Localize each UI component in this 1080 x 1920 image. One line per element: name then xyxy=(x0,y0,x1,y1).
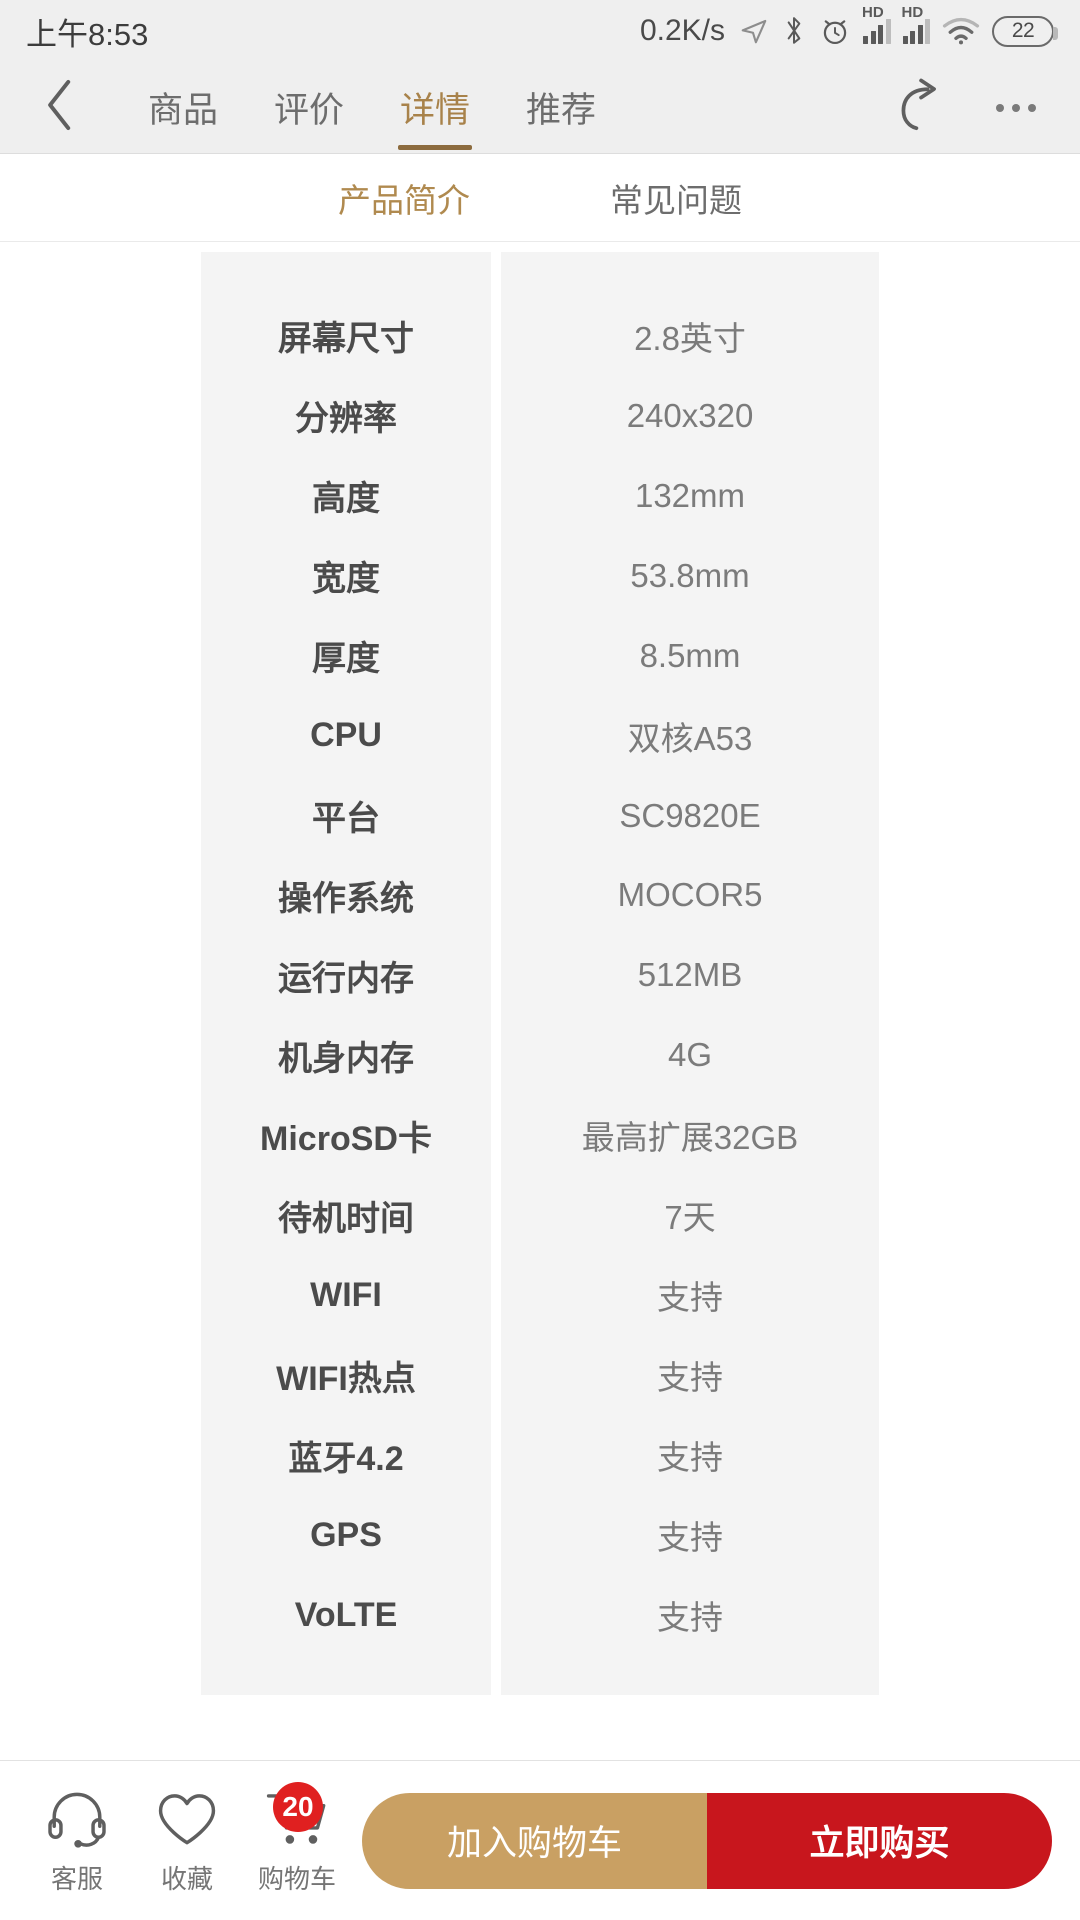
customer-service-label: 客服 xyxy=(50,1863,103,1894)
spec-value: MOCOR5 xyxy=(617,876,763,914)
buy-now-button[interactable]: 立即购买 xyxy=(707,1792,1052,1889)
cart-badge: 20 xyxy=(273,1781,323,1832)
status-bar-clock: 上午8:53 xyxy=(26,16,149,52)
spec-value-column-bottom-pad xyxy=(501,1655,879,1695)
spec-value: 支持 xyxy=(657,1359,723,1397)
add-to-cart-button[interactable]: 加入购物车 xyxy=(362,1792,707,1889)
cart-label: 购物车 xyxy=(257,1863,336,1894)
spec-value: 4G xyxy=(667,1036,713,1074)
spec-label: 运行内存 xyxy=(278,959,414,998)
buy-now-label: 立即购买 xyxy=(809,1824,950,1863)
spec-value: 最高扩展32GB xyxy=(581,1119,799,1157)
spec-label: VoLTE xyxy=(294,1595,398,1634)
add-to-cart-label: 加入购物车 xyxy=(446,1824,622,1863)
nav-tab-details[interactable]: 详情 xyxy=(372,62,498,154)
spec-label: CPU xyxy=(310,716,382,755)
favorite-button[interactable]: 收藏 xyxy=(132,1786,242,1896)
purchase-button-group: 加入购物车 立即购买 xyxy=(362,1792,1052,1889)
nav-tab-recommend-label: 推荐 xyxy=(526,91,597,130)
spec-label-column: 屏幕尺寸 分辨率 高度 宽度 厚度 CPU 平台 操作系统 运行内存 机身内存 … xyxy=(201,252,491,1695)
spec-label: 屏幕尺寸 xyxy=(278,320,414,359)
spec-label: MicroSD卡 xyxy=(260,1119,432,1158)
spec-value: 双核A53 xyxy=(627,719,753,757)
spec-value: SC9820E xyxy=(619,796,761,834)
spec-value: 支持 xyxy=(657,1439,723,1477)
nav-tab-goods[interactable]: 商品 xyxy=(120,62,246,154)
nav-tab-goods-label: 商品 xyxy=(148,91,219,130)
spec-value: 53.8mm xyxy=(630,556,750,594)
hd-label-2: HD xyxy=(901,4,924,21)
spec-value: 支持 xyxy=(657,1279,723,1317)
location-arrow-icon xyxy=(739,16,769,46)
spec-label: 厚度 xyxy=(312,640,380,679)
hd-label-1: HD xyxy=(862,4,884,21)
share-icon xyxy=(896,77,948,138)
favorite-label: 收藏 xyxy=(160,1863,213,1894)
wifi-icon xyxy=(942,16,980,46)
spec-value-column: 2.8英寸 240x320 132mm 53.8mm 8.5mm 双核A53 S… xyxy=(501,252,879,1695)
signal-hd-2-icon: HD xyxy=(902,5,930,44)
spec-label: GPS xyxy=(310,1515,382,1554)
bottom-action-bar: 客服 收藏 20 购物车 加入购物车 立即购买 xyxy=(0,1760,1080,1920)
spec-value: 512MB xyxy=(637,956,743,994)
status-bar: 上午8:53 0.2K/s HD HD 22 xyxy=(0,0,1080,62)
spec-label: 蓝牙4.2 xyxy=(288,1439,404,1478)
share-button[interactable] xyxy=(880,66,964,150)
spec-label: 操作系统 xyxy=(278,879,414,918)
spec-label: 高度 xyxy=(312,480,380,519)
spec-label: 平台 xyxy=(312,800,380,839)
spec-value-column-top-pad xyxy=(501,252,879,296)
spec-value: 7天 xyxy=(664,1199,716,1237)
spec-label: 待机时间 xyxy=(278,1199,414,1238)
spec-table: 屏幕尺寸 分辨率 高度 宽度 厚度 CPU 平台 操作系统 运行内存 机身内存 … xyxy=(0,243,1080,1695)
subtab-product-intro-label: 产品简介 xyxy=(338,181,470,219)
nav-tab-details-label: 详情 xyxy=(400,91,471,130)
cart-button[interactable]: 20 购物车 xyxy=(242,1781,352,1896)
heart-icon xyxy=(156,1786,218,1852)
spec-value: 2.8英寸 xyxy=(634,319,746,357)
headset-icon xyxy=(46,1786,108,1852)
spec-value: 8.5mm xyxy=(639,636,741,674)
nav-tab-recommend[interactable]: 推荐 xyxy=(498,62,624,154)
signal-hd-1-icon: HD xyxy=(862,5,891,44)
spec-label: 机身内存 xyxy=(278,1039,414,1078)
spec-label-column-top-pad xyxy=(201,252,491,296)
more-dots-icon xyxy=(996,103,1036,112)
subtab-product-intro[interactable]: 产品简介 xyxy=(268,174,540,222)
spec-label: 分辨率 xyxy=(295,400,397,439)
subtab-faq[interactable]: 常见问题 xyxy=(540,174,812,222)
navigation-bar: 商品 评价 详情 推荐 xyxy=(0,62,1080,154)
network-speed-label: 0.2K/s xyxy=(639,14,725,47)
sub-tab-bar: 产品简介 常见问题 xyxy=(0,154,1080,242)
bottom-icon-group: 客服 收藏 20 购物车 xyxy=(0,1781,352,1896)
subtab-faq-label: 常见问题 xyxy=(610,181,742,219)
spec-label: WIFI xyxy=(310,1275,382,1314)
nav-tab-reviews[interactable]: 评价 xyxy=(246,62,372,154)
alarm-clock-icon xyxy=(819,15,851,47)
customer-service-button[interactable]: 客服 xyxy=(22,1786,132,1896)
nav-tab-list: 商品 评价 详情 推荐 xyxy=(120,62,880,154)
battery-icon: 22 xyxy=(992,15,1058,47)
battery-level-label: 22 xyxy=(1011,19,1035,42)
status-bar-icons: 0.2K/s HD HD 22 xyxy=(639,5,1058,48)
nav-actions xyxy=(880,66,1080,150)
spec-value: 支持 xyxy=(657,1599,723,1637)
spec-column-divider xyxy=(491,252,501,1695)
product-detail-screen: 上午8:53 0.2K/s HD HD 22 商品 评价 详情 推荐 产品简介 … xyxy=(0,0,1080,1920)
back-button[interactable] xyxy=(0,77,120,138)
spec-label-column-bottom-pad xyxy=(201,1655,491,1695)
spec-label: WIFI热点 xyxy=(276,1359,416,1398)
spec-value: 支持 xyxy=(657,1519,723,1557)
cart-icon: 20 xyxy=(265,1781,329,1852)
bluetooth-icon xyxy=(781,15,807,47)
spec-value: 132mm xyxy=(634,476,746,514)
spec-value: 240x320 xyxy=(626,396,754,434)
back-chevron-icon xyxy=(43,77,77,138)
more-button[interactable] xyxy=(974,66,1058,150)
spec-label: 宽度 xyxy=(312,560,380,599)
nav-tab-reviews-label: 评价 xyxy=(274,91,345,130)
